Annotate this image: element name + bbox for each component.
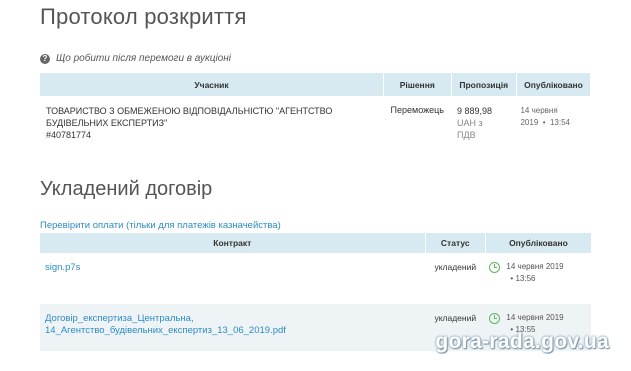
contract-file-cell: sign.p7s xyxy=(40,253,425,304)
offer-amount: 9 889,98 xyxy=(457,106,493,116)
header-offer: Пропозиція xyxy=(450,73,517,96)
header-status: Статус xyxy=(424,233,486,253)
offer-unit-line2: ПДВ xyxy=(457,130,476,140)
protocol-title: Протокол розкриття xyxy=(40,4,247,29)
header-decision: Рішення xyxy=(383,73,452,96)
file-name-line1: sign.p7s xyxy=(45,262,81,273)
published-date: 14 червня xyxy=(520,106,558,115)
contract-file-cell: Договір_експертиза_Центральна, 14_Агентс… xyxy=(40,304,426,351)
file-name-line1: Договір_експертиза_Центральна, xyxy=(45,313,194,324)
participant-cell: ТОВАРИСТВО З ОБМЕЖЕНОЮ ВІДПОВІДАЛЬНІСТЮ … xyxy=(40,96,384,141)
status-cell: укладений xyxy=(434,262,477,272)
header-contract: Контракт xyxy=(40,233,426,253)
header-published: Опубліковано xyxy=(515,73,590,96)
published-year: 2019 xyxy=(520,118,539,127)
header-published: Опубліковано xyxy=(484,233,591,253)
published-cell: 14 червня 2019 • 13:56 xyxy=(485,253,591,304)
offer-cell: 9 889,98 UAH з ПДВ xyxy=(451,96,516,141)
participant-id: #40781774 xyxy=(46,130,92,140)
header-participant: Учасник xyxy=(40,73,384,96)
help-link[interactable]: ? Що робити після перемоги в аукціоні xyxy=(40,53,231,64)
decision-cell: Переможець xyxy=(390,105,444,115)
contract-table-header: Контракт Статус Опубліковано xyxy=(40,233,591,253)
clock-icon xyxy=(489,313,501,324)
published-date: 14 червня 2019 xyxy=(506,313,564,322)
published-separator: • xyxy=(542,118,546,127)
table-row: ТОВАРИСТВО З ОБМЕЖЕНОЮ ВІДПОВІДАЛЬНІСТЮ … xyxy=(40,96,590,141)
participant-name-line2: БУДІВЕЛЬНИХ ЕКСПЕРТИЗ" xyxy=(46,118,168,128)
offer-unit-line1: UAH з xyxy=(457,118,483,128)
contract-file-link[interactable]: sign.p7s xyxy=(45,262,80,273)
published-date: 14 червня 2019 xyxy=(506,262,564,271)
site-watermark: gora-rada.gov.ua xyxy=(435,330,609,353)
file-name-line2: 14_Агентство_будівельних_експертиз_13_06… xyxy=(45,325,286,336)
published-time: 13:54 xyxy=(549,118,571,127)
protocol-table-header: Учасник Рішення Пропозиція Опубліковано xyxy=(40,73,590,96)
published-cell: 14 червня 2019 • 13:54 xyxy=(516,96,590,141)
contract-file-link[interactable]: Договір_експертиза_Центральна, 14_Агентс… xyxy=(45,313,425,337)
participant-name-line1: ТОВАРИСТВО З ОБМЕЖЕНОЮ ВІДПОВІДАЛЬНІСТЮ … xyxy=(46,106,333,116)
table-row: sign.p7s укладений 14 червня 2019 • 13:5… xyxy=(40,253,591,304)
contract-title: Укладений договір xyxy=(40,178,213,200)
check-payments-link[interactable]: Перевірити оплати (тільки для платежів к… xyxy=(40,220,281,231)
question-circle-icon: ? xyxy=(40,53,50,64)
published-time: • 13:56 xyxy=(510,274,536,283)
help-link-label: Що робити після перемоги в аукціоні xyxy=(56,53,231,64)
protocol-table: Учасник Рішення Пропозиція Опубліковано … xyxy=(40,73,590,141)
clock-icon xyxy=(489,262,501,273)
